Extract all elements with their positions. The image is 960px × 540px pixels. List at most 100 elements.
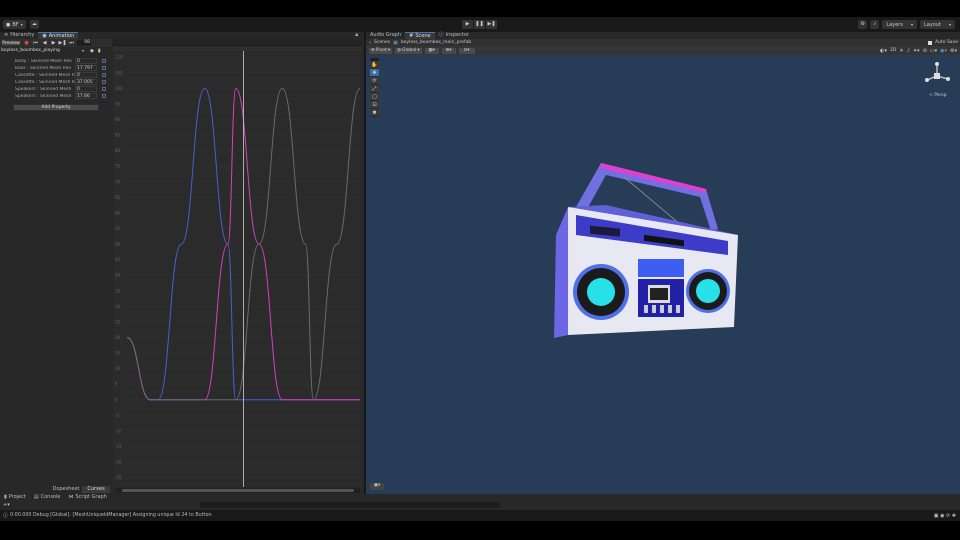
- orientation-gizmo[interactable]: [922, 61, 952, 91]
- add-property-button[interactable]: Add Property: [13, 104, 99, 111]
- view-tool-icon[interactable]: ✋: [370, 61, 379, 69]
- project-search-input[interactable]: [200, 502, 500, 508]
- cloud-icon[interactable]: ☁: [29, 20, 39, 29]
- keyframe-toggle-icon[interactable]: [102, 66, 106, 70]
- tab-script-graph[interactable]: ⋈ Script Graph: [64, 494, 110, 501]
- scene-gear-icon[interactable]: ⚙▾: [950, 48, 957, 54]
- bottom-panel: ▮ Project ▤ Console ⋈ Script Graph +▾: [0, 494, 960, 510]
- custom-tool-icon[interactable]: ✖: [370, 109, 379, 117]
- next-frame-icon[interactable]: ▶❚: [58, 40, 66, 47]
- keyframe-toggle-icon[interactable]: [102, 87, 106, 91]
- gizmos-icon[interactable]: ◉▾: [940, 48, 947, 54]
- property-value-field[interactable]: 0: [75, 58, 97, 64]
- lighting-icon[interactable]: ☀: [899, 48, 903, 54]
- property-value-field[interactable]: 37.005: [75, 79, 97, 85]
- curve-editor[interactable]: 110 105 100 95 90 85 80 75 70 65 60 55 50 45 40 35 30 25 2…: [113, 39, 362, 487]
- scale-tool-icon[interactable]: ⤢: [370, 85, 379, 93]
- horizontal-scrollbar[interactable]: [116, 488, 360, 493]
- property-value-field[interactable]: 0: [75, 86, 97, 92]
- tab-console[interactable]: ▤ Console: [30, 494, 65, 501]
- shading-mode-icon[interactable]: ◐▾: [880, 48, 887, 54]
- y-tick-label: -15: [115, 444, 122, 449]
- tab-hierarchy[interactable]: ≡ Hierarchy: [0, 32, 38, 39]
- layout-dropdown[interactable]: Layout ▾: [919, 20, 955, 29]
- keyframe-toggle-icon[interactable]: [102, 59, 106, 63]
- step-button[interactable]: ▶❚: [486, 20, 497, 29]
- layers-dropdown[interactable]: Layers ▾: [882, 20, 917, 29]
- event-add-icon[interactable]: ▮: [98, 48, 101, 54]
- auto-save-checkbox[interactable]: [928, 40, 933, 45]
- property-value-field[interactable]: 17.797: [75, 65, 97, 71]
- audio-icon[interactable]: ♪: [907, 48, 910, 54]
- preview-button[interactable]: Preview: [1, 40, 21, 46]
- rect-tool-icon[interactable]: ▢: [370, 93, 379, 101]
- tab-inspector[interactable]: ⓘ Inspector: [435, 32, 473, 39]
- back-arrow-icon[interactable]: ‹: [369, 40, 371, 46]
- account-dropdown[interactable]: ● BF ▾: [3, 20, 26, 29]
- camera-icon[interactable]: ▭▾: [930, 48, 937, 54]
- play-button[interactable]: ▶: [462, 20, 473, 29]
- gear-icon[interactable]: ⚙: [858, 20, 868, 29]
- tab-dopesheet[interactable]: Dopesheet: [50, 486, 82, 493]
- property-row[interactable]: Bass : Skinned Mesh Ren 17.797: [13, 65, 112, 72]
- y-tick-label: 90: [115, 117, 121, 122]
- pivot-dropdown[interactable]: ⊕ Pivot ▾: [369, 47, 393, 54]
- frame-field[interactable]: 98: [77, 40, 91, 46]
- console-icon: ▤: [33, 494, 39, 500]
- animation-window: ≡ Hierarchy ◉ Animation 🔒︎ Preview ● ⏮ ◀…: [0, 32, 364, 494]
- breadcrumb-prefab[interactable]: boyloss_boombox_main_prefab: [401, 40, 471, 45]
- globe-icon: ◍: [397, 48, 402, 53]
- clip-dropdown[interactable]: boyloss_boombox_playing: [0, 48, 80, 54]
- property-row[interactable]: Cassette : Skinned Mesh R 37.005: [13, 79, 112, 86]
- persp-label[interactable]: < Persp: [929, 93, 947, 98]
- record-icon[interactable]: ●: [23, 40, 30, 47]
- timeline-ruler[interactable]: [113, 39, 362, 46]
- property-row[interactable]: Body : Skinned Mesh Ren 0: [13, 58, 112, 65]
- property-row[interactable]: Speakers : Skinned Mesh 0: [13, 86, 112, 93]
- breadcrumb-scenes[interactable]: Scenes: [374, 40, 390, 45]
- move-tool-icon[interactable]: ✥: [370, 69, 379, 77]
- transform-tool-icon[interactable]: ⊡: [370, 101, 379, 109]
- folder-icon: ▮: [4, 494, 7, 500]
- lock-icon[interactable]: 🔒︎: [355, 32, 358, 38]
- increment-icon[interactable]: ⊡▾: [458, 47, 475, 54]
- global-dropdown[interactable]: ◍ Global ▾: [395, 47, 422, 54]
- tab-scene[interactable]: # Scene: [405, 32, 435, 39]
- add-icon[interactable]: +▾: [3, 502, 10, 508]
- account-icon: ●: [6, 21, 11, 28]
- rotate-tool-icon[interactable]: ⟳: [370, 77, 379, 85]
- pause-button[interactable]: ❚❚: [474, 20, 485, 29]
- property-value-field[interactable]: 17.66: [75, 93, 97, 99]
- property-row[interactable]: Cassette : Skinned Mesh R 0: [13, 72, 112, 79]
- keyframe-toggle-icon[interactable]: [102, 80, 106, 84]
- prev-frame-icon[interactable]: ◀: [41, 40, 48, 47]
- keyframe-toggle-icon[interactable]: [102, 94, 106, 98]
- y-tick-label: -5: [115, 413, 119, 418]
- property-value-field[interactable]: 0: [75, 72, 97, 78]
- property-row[interactable]: Speakers : Skinned Mesh 17.66: [13, 93, 112, 100]
- tab-animation[interactable]: ◉ Animation: [38, 32, 79, 39]
- hidden-objects-icon[interactable]: ⊘: [923, 48, 927, 54]
- first-frame-icon[interactable]: ⏮: [32, 40, 39, 47]
- scene-viewport[interactable]: ✋ ✥ ⟳ ⤢ ▢ ⊡ ✖ < Persp ▣▾: [366, 55, 960, 494]
- keyframe-add-icon[interactable]: ◆: [90, 48, 94, 54]
- tab-project[interactable]: ▮ Project: [0, 494, 30, 501]
- mode-2d-toggle[interactable]: 2D: [890, 48, 896, 53]
- tab-audio-graph[interactable]: Audio Graph: [366, 32, 405, 39]
- tab-console-label: Console: [40, 494, 61, 500]
- status-message[interactable]: 0:00.000 Debug [Global]: [MeshUniqueIdMa…: [10, 513, 213, 518]
- search-icon[interactable]: ⌕: [870, 20, 880, 29]
- tab-hierarchy-label: Hierarchy: [10, 32, 35, 38]
- keyframe-toggle-icon[interactable]: [102, 73, 106, 77]
- grid-icon[interactable]: ▦▾: [424, 47, 439, 54]
- last-frame-icon[interactable]: ⏭: [68, 40, 75, 47]
- play-icon[interactable]: ▶: [50, 40, 57, 47]
- scene-overlay-button[interactable]: ▣▾: [370, 483, 384, 490]
- tab-curves[interactable]: Curves: [82, 486, 110, 493]
- status-icons[interactable]: ▣ ◉ ⟳ ✚: [934, 513, 956, 519]
- snap-icon[interactable]: ⊞▾: [441, 47, 456, 54]
- boombox-model[interactable]: [546, 155, 766, 355]
- pivot-label: Pivot: [375, 48, 387, 53]
- auto-save-label: Auto Save: [935, 40, 958, 45]
- effects-icon[interactable]: ✦▾: [913, 48, 920, 54]
